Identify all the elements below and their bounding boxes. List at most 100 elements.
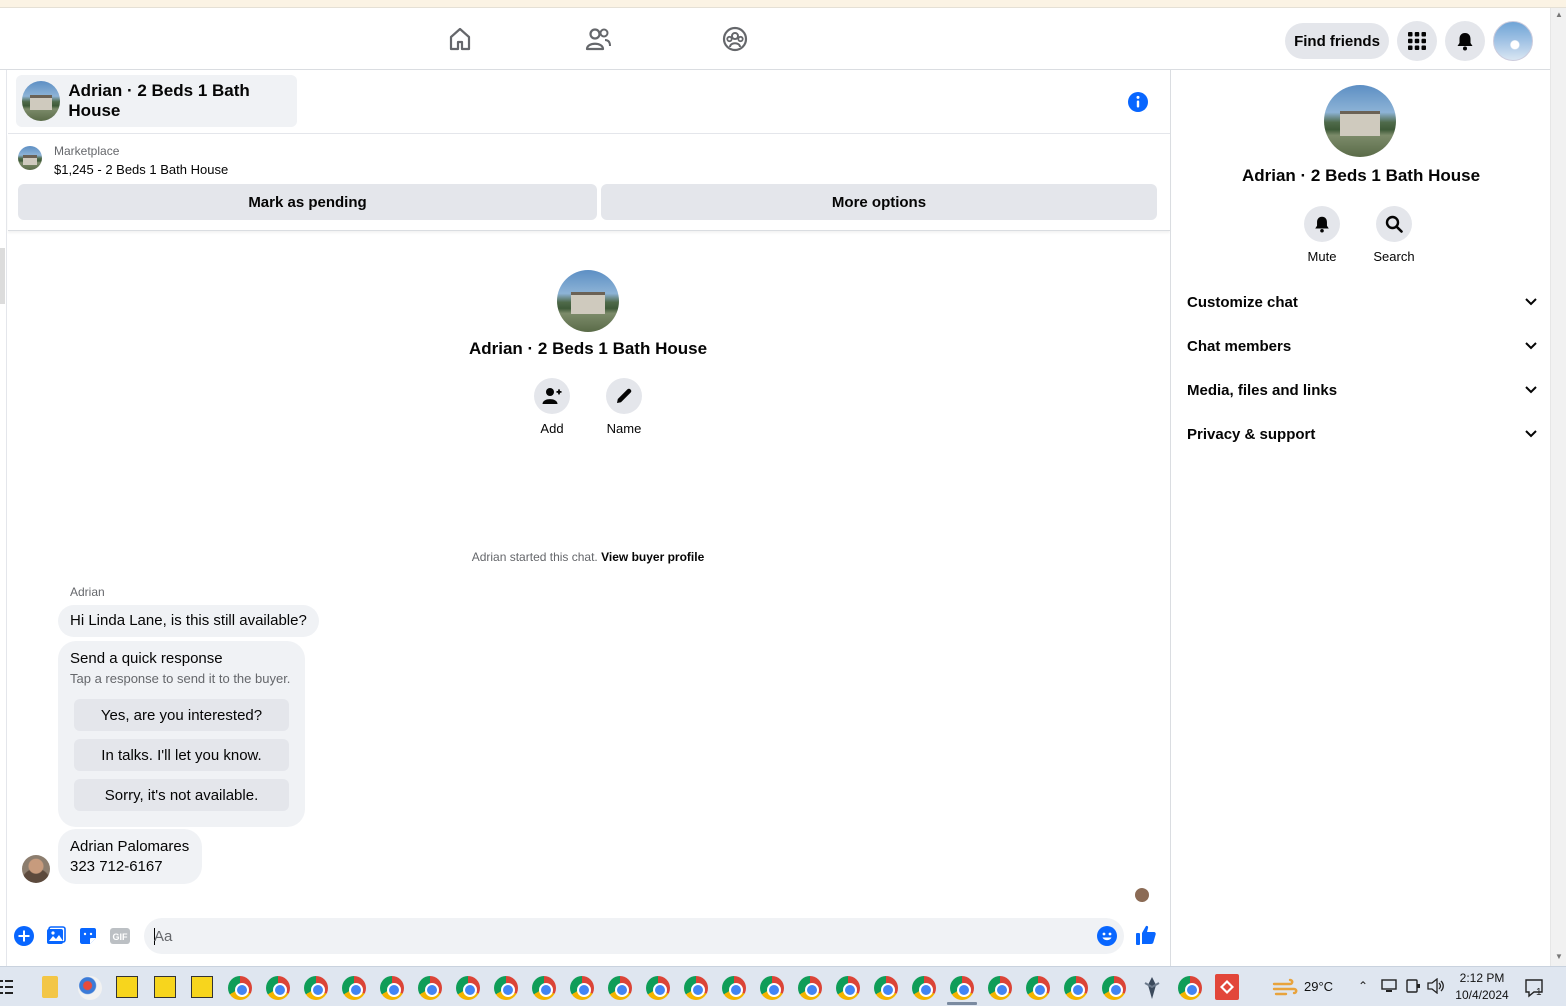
chat-title-button[interactable]: Adrian · 2 Beds 1 Bath House [16,75,297,127]
anydesk-icon[interactable] [1215,974,1239,1000]
chrome-icon[interactable] [266,976,290,1000]
seen-indicator-avatar [1135,888,1149,902]
mark-as-pending-button[interactable]: Mark as pending [18,184,597,220]
chrome-icon[interactable] [1102,976,1126,1000]
find-friends-button[interactable]: Find friends [1285,23,1389,59]
quick-response-button[interactable]: Sorry, it's not available. [74,779,289,811]
name-label: Name [606,421,642,436]
thumbs-up-icon[interactable] [1135,924,1157,946]
chat-thumbnail [22,81,61,121]
chrome-icon[interactable] [1178,976,1202,1000]
notification-count: 1 [1536,987,1542,998]
contact-message-bubble[interactable]: Adrian Palomares 323 712-6167 [58,829,202,884]
view-buyer-profile-link[interactable]: View buyer profile [601,550,704,564]
groups-icon[interactable] [717,21,753,57]
weather-icon[interactable] [1272,976,1298,998]
bell-icon[interactable] [1445,21,1485,61]
top-navigation-bar: Find friends [0,8,1550,70]
customize-chat-section[interactable]: Customize chat [1187,287,1537,317]
chevron-down-icon [1525,298,1537,306]
active-window-indicator [947,1002,977,1005]
emoji-icon[interactable] [1096,925,1118,947]
sticky-notes-icon[interactable] [191,976,213,998]
sticky-notes-icon[interactable] [154,976,176,998]
quick-response-button[interactable]: Yes, are you interested? [74,699,289,731]
chrome-icon[interactable] [760,976,784,1000]
gif-icon[interactable]: GIF [109,925,131,947]
media-files-links-section[interactable]: Media, files and links [1187,375,1537,405]
sticker-icon[interactable] [77,925,99,947]
chat-started-text: Adrian started this chat. [471,550,598,564]
message-input[interactable] [154,918,1084,954]
section-label: Privacy & support [1187,425,1316,443]
more-options-button[interactable]: More options [601,184,1157,220]
chrome-icon[interactable] [836,976,860,1000]
chrome-icon[interactable] [874,976,898,1000]
account-avatar[interactable] [1493,21,1533,61]
quick-response-subtitle: Tap a response to send it to the buyer. [70,671,291,686]
mute-button[interactable]: Mute [1292,206,1352,264]
file-explorer-icon[interactable] [42,976,58,998]
page-scrollbar[interactable]: ▲ ▼ [1550,8,1566,966]
chrome-icon[interactable] [950,976,974,1000]
section-label: Media, files and links [1187,381,1338,399]
grid-menu-icon[interactable] [1397,21,1437,61]
home-icon[interactable] [442,21,478,57]
section-label: Chat members [1187,337,1292,355]
chrome-icon[interactable] [684,976,708,1000]
chrome-icon[interactable] [418,976,442,1000]
friends-icon[interactable] [580,21,616,57]
task-view-icon[interactable] [0,977,14,997]
temperature-text: 29°C [1304,979,1334,994]
chrome-icon[interactable] [304,976,328,1000]
photo-icon[interactable] [45,925,67,947]
app-icon[interactable] [1142,975,1162,1001]
chat-members-section[interactable]: Chat members [1187,331,1537,361]
chat-started-notice: Adrian started this chat. View buyer pro… [8,550,1168,564]
quick-response-card: Send a quick response Tap a response to … [58,641,305,827]
notification-center-icon[interactable]: 1 [1524,977,1546,999]
device-icon[interactable] [1405,979,1421,993]
chrome-icon[interactable] [494,976,518,1000]
chevron-down-icon [1525,430,1537,438]
chrome-icon[interactable] [798,976,822,1000]
details-photo[interactable] [1324,85,1396,157]
chrome-icon[interactable] [456,976,480,1000]
windows-taskbar: 29°C ⌃ 2:12 PM 10/4/2024 1 [0,966,1566,1006]
quick-response-button[interactable]: In talks. I'll let you know. [74,739,289,771]
chrome-icon[interactable] [532,976,556,1000]
chevron-up-icon[interactable]: ⌃ [1358,979,1368,993]
message-input-box[interactable] [144,918,1124,954]
system-clock[interactable]: 2:12 PM 10/4/2024 [1452,970,1512,1004]
chrome-icon[interactable] [646,976,670,1000]
edit-name-button[interactable]: Name [594,378,654,436]
paint-app-icon[interactable] [78,976,102,1000]
chrome-icon[interactable] [228,976,252,1000]
left-panel-handle[interactable] [0,248,5,304]
search-button[interactable]: Search [1364,206,1424,264]
chrome-icon[interactable] [570,976,594,1000]
scroll-down-arrow-icon[interactable]: ▼ [1555,952,1563,961]
network-icon[interactable] [1381,979,1397,993]
sticky-notes-icon[interactable] [116,976,138,998]
left-collapsed-panel [0,70,7,966]
plus-icon[interactable] [13,925,35,947]
chrome-icon[interactable] [912,976,936,1000]
sender-avatar[interactable] [22,855,50,883]
contact-name: Adrian Palomares [70,838,190,855]
chrome-icon[interactable] [988,976,1012,1000]
listing-thumbnail[interactable] [18,146,42,170]
scroll-up-arrow-icon[interactable]: ▲ [1555,10,1563,19]
chrome-icon[interactable] [1064,976,1088,1000]
chrome-icon[interactable] [342,976,366,1000]
chrome-icon[interactable] [722,976,746,1000]
chrome-icon[interactable] [380,976,404,1000]
listing-title[interactable]: $1,245 - 2 Beds 1 Bath House [54,162,228,177]
message-bubble[interactable]: Hi Linda Lane, is this still available? [58,605,319,637]
info-icon[interactable] [1127,91,1149,113]
privacy-support-section[interactable]: Privacy & support [1187,419,1537,449]
add-people-button[interactable]: Add [522,378,582,436]
volume-icon[interactable] [1427,977,1445,995]
chrome-icon[interactable] [1026,976,1050,1000]
chrome-icon[interactable] [608,976,632,1000]
